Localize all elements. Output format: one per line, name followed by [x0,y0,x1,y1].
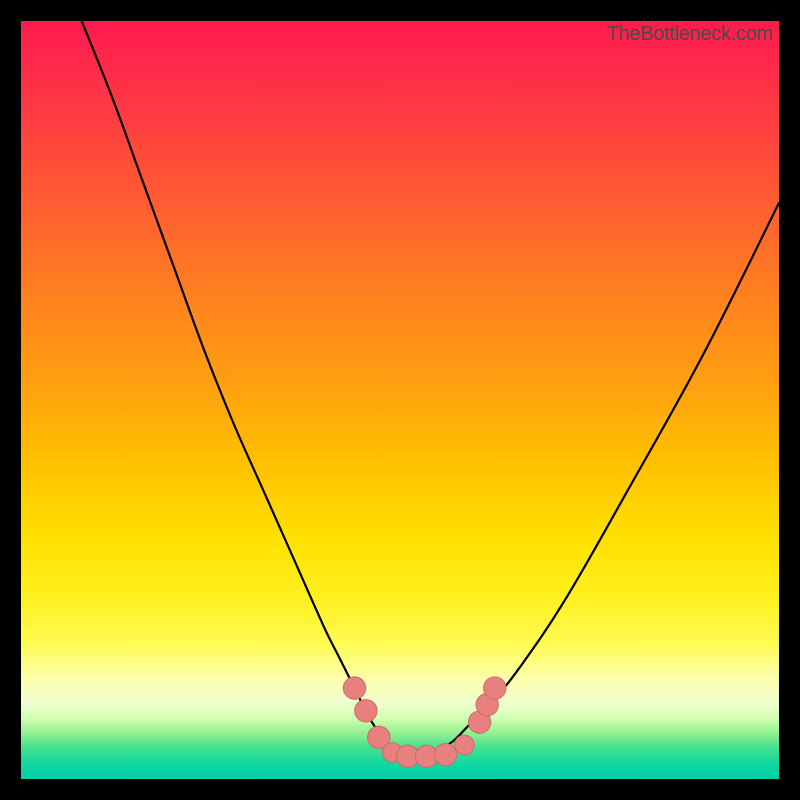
curve-markers [343,677,506,768]
chart-plot-area: TheBottleneck.com [21,21,779,779]
curve-marker [355,700,377,722]
curve-marker [484,677,506,699]
curve-marker [343,677,365,699]
curve-marker [455,735,475,755]
bottleneck-curve [82,21,779,757]
curve-marker [434,744,456,766]
curve-layer [21,21,779,779]
chart-frame: TheBottleneck.com [0,0,800,800]
